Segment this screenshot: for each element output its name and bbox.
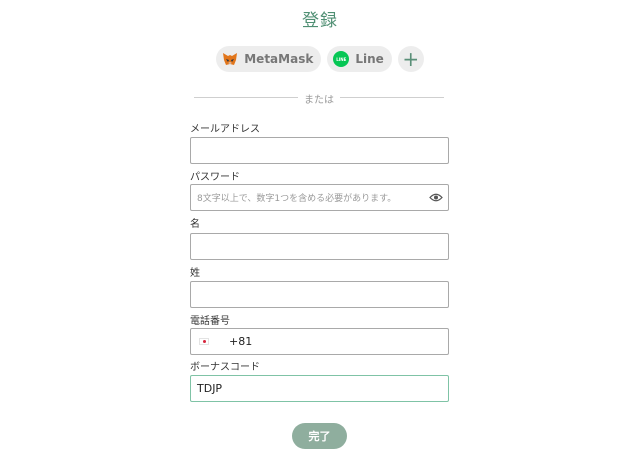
phone-country-code: +81 [229,335,253,348]
submit-button[interactable]: 完了 [292,423,347,449]
or-divider: または [194,92,444,106]
line-icon: LINE [333,51,350,67]
social-login-row: MetaMask LINE Line + [0,46,640,72]
first-name-label: 名 [190,219,200,230]
phone-field[interactable]: +81 [190,328,449,355]
metamask-button[interactable]: MetaMask [216,46,322,72]
email-field[interactable] [190,137,449,164]
metamask-label: MetaMask [244,52,314,66]
last-name-label: 姓 [190,268,200,279]
bonus-code-field[interactable]: TDJP [190,375,449,402]
plus-icon: + [402,47,420,71]
divider-text: または [304,95,334,106]
last-name-field[interactable] [190,281,449,308]
email-label: メールアドレス [190,124,260,135]
line-label: Line [355,52,384,66]
first-name-field[interactable] [190,233,449,260]
password-label: パスワード [190,172,240,183]
japan-flag-icon[interactable] [199,338,209,345]
more-options-button[interactable]: + [397,46,424,72]
metamask-fox-icon [223,53,238,65]
password-placeholder: 8文字以上で、数字1つを含める必要があります。 [197,194,397,204]
line-button[interactable]: LINE Line [327,46,392,72]
eye-icon[interactable] [429,192,443,203]
password-field[interactable]: 8文字以上で、数字1つを含める必要があります。 [190,184,449,211]
phone-label: 電話番号 [190,316,230,327]
bonus-code-label: ボーナスコード [190,362,260,373]
page-title: 登録 [302,11,338,31]
